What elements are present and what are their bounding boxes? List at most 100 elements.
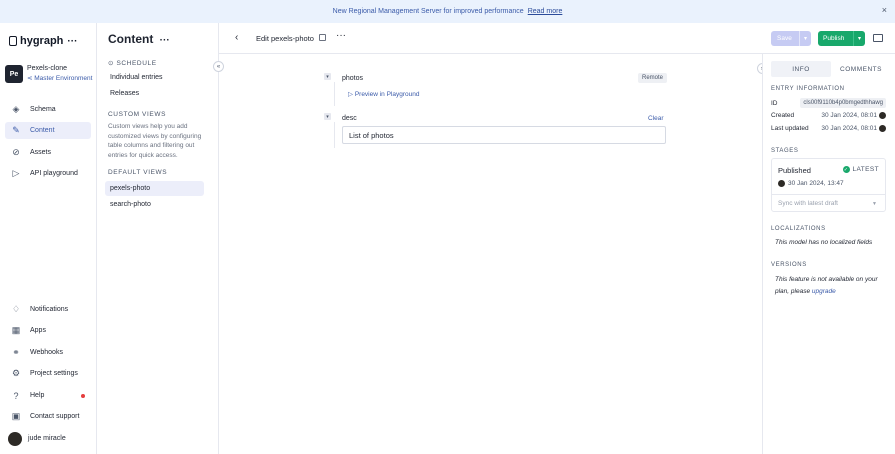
- entry-more-icon[interactable]: ···: [336, 30, 346, 41]
- user-profile[interactable]: jude miracle: [5, 430, 91, 447]
- nav-item-label: Schema: [30, 106, 56, 113]
- brand-name: hygraph: [20, 35, 64, 47]
- remote-badge: Remote: [638, 73, 668, 83]
- apps-icon: ▦: [11, 325, 21, 335]
- pencil-icon: ✎: [12, 125, 20, 135]
- custom-views-heading: CUSTOM VIEWS: [108, 111, 167, 118]
- default-views-heading: DEFAULT VIEWS: [108, 169, 168, 176]
- play-icon: ▷: [12, 168, 20, 178]
- nav-item-label: Assets: [30, 149, 52, 156]
- banner-text: New Regional Management Server for impro…: [332, 8, 524, 15]
- avatar: [778, 180, 785, 187]
- copy-icon[interactable]: [319, 34, 326, 41]
- nav-item-label: Webhooks: [30, 349, 63, 356]
- nav-item-project-settings[interactable]: ⚙ Project settings: [5, 365, 91, 382]
- chevron-down-icon[interactable]: ▾: [799, 31, 811, 46]
- nav-item-schema[interactable]: ◈ Schema: [5, 101, 91, 118]
- nav-item-label: API playground: [30, 170, 78, 177]
- nav-item-assets[interactable]: ⊘ Assets: [5, 144, 91, 161]
- main-sidebar: hygraph ··· Pe Pexels-clone ⋖ Master Env…: [0, 23, 97, 454]
- view-item-pexels-photo[interactable]: pexels-photo: [105, 181, 204, 196]
- entry-title: Edit pexels-photo: [256, 34, 314, 43]
- schema-icon: ◈: [12, 104, 20, 114]
- tab-comments[interactable]: COMMENTS: [831, 61, 891, 77]
- bell-icon: ♢: [11, 304, 21, 314]
- nav-item-label: Notifications: [30, 306, 69, 313]
- created-value: 30 Jan 2024, 08:01: [821, 112, 877, 119]
- stage-name: Published: [778, 166, 811, 175]
- back-arrow-icon[interactable]: ‹: [235, 32, 238, 43]
- tab-info[interactable]: INFO: [771, 61, 831, 77]
- entry-id-value[interactable]: cls00f9110b4p0bmgedthhawg: [800, 98, 886, 108]
- content-sidebar: Content ··· « ⊙ SCHEDULE Individual entr…: [97, 23, 224, 454]
- entry-info-panel: INFO COMMENTS ENTRY INFORMATION ID cls00…: [762, 54, 895, 454]
- brand-more-icon[interactable]: ···: [67, 36, 77, 47]
- collapse-sidebar-icon[interactable]: «: [213, 61, 224, 72]
- announcement-banner: New Regional Management Server for impro…: [0, 0, 895, 23]
- localizations-note: This model has no localized fields: [775, 239, 873, 246]
- nav-item-help[interactable]: ? Help: [5, 387, 91, 404]
- stage-date: 30 Jan 2024, 13:47: [778, 180, 844, 187]
- paperclip-icon: ⊘: [12, 147, 20, 157]
- brand-logo[interactable]: hygraph ···: [9, 35, 77, 47]
- view-item-search-photo[interactable]: search-photo: [105, 197, 204, 212]
- upgrade-link[interactable]: upgrade: [812, 288, 836, 295]
- nav-item-label: Help: [30, 392, 45, 399]
- close-icon[interactable]: ×: [882, 5, 887, 15]
- nav-item-notifications[interactable]: ♢ Notifications: [5, 301, 91, 318]
- schedule-item-releases[interactable]: Releases: [105, 86, 204, 101]
- stages-heading: STAGES: [771, 148, 799, 154]
- preview-in-playground-link[interactable]: ▷ Preview in Playground: [348, 90, 420, 98]
- custom-views-description: Custom views help you add customized vie…: [108, 123, 202, 159]
- desc-input[interactable]: List of photos: [342, 126, 666, 144]
- avatar: [8, 431, 22, 446]
- field-type-icon: ▾: [324, 113, 331, 120]
- stage-card: Published ✓ LATEST 30 Jan 2024, 13:47 Syn…: [771, 158, 886, 212]
- panel-layout-icon[interactable]: [873, 34, 883, 42]
- entry-information-heading: ENTRY INFORMATION: [771, 86, 845, 92]
- project-switcher[interactable]: Pe Pexels-clone ⋖ Master Environment: [5, 64, 92, 84]
- gear-icon: ⚙: [11, 368, 21, 378]
- project-badge: Pe: [5, 65, 23, 83]
- versions-note: This feature is not available on your pl…: [775, 276, 878, 295]
- content-more-icon[interactable]: ···: [160, 35, 170, 46]
- avatar: [879, 125, 886, 132]
- schedule-heading: ⊙ SCHEDULE: [108, 60, 157, 67]
- created-row: Created 30 Jan 2024, 08:01: [771, 112, 886, 119]
- schedule-item-individual-entries[interactable]: Individual entries: [105, 70, 204, 85]
- banner-read-more-link[interactable]: Read more: [528, 8, 563, 15]
- nav-item-label: Project settings: [30, 370, 78, 377]
- entry-id-row: ID cls00f9110b4p0bmgedthhawg: [771, 98, 886, 108]
- webhook-icon: ⚭: [12, 347, 20, 357]
- help-notification-dot: [81, 393, 85, 398]
- save-button[interactable]: Save ▾: [771, 31, 811, 46]
- help-icon: ?: [13, 390, 19, 401]
- field-type-icon: ▾: [324, 73, 331, 80]
- clear-desc-link[interactable]: Clear: [648, 115, 664, 122]
- nav-item-content[interactable]: ✎ Content: [5, 122, 91, 139]
- content-title: Content ···: [108, 32, 170, 46]
- environment-link[interactable]: ⋖ Master Environment: [27, 74, 92, 84]
- check-icon: ✓: [842, 166, 850, 173]
- chevron-down-icon: ▼: [872, 200, 877, 207]
- editor-toolbar: ‹ Edit pexels-photo ··· Save ▾ Publish ▾: [219, 23, 895, 54]
- nav-item-label: Contact support: [30, 413, 80, 420]
- latest-badge: ✓ LATEST: [842, 166, 879, 173]
- publish-button[interactable]: Publish ▾: [818, 31, 865, 46]
- nav-item-api-playground[interactable]: ▷ API playground: [5, 165, 91, 182]
- nav-item-webhooks[interactable]: ⚭ Webhooks: [5, 344, 91, 361]
- sync-with-latest-draft-select[interactable]: Sync with latest draft ▼: [772, 194, 885, 212]
- project-name: Pexels-clone: [27, 65, 68, 72]
- field-divider: [334, 82, 335, 106]
- info-tabs: INFO COMMENTS: [771, 61, 891, 77]
- nav-item-label: Apps: [30, 327, 46, 334]
- chevron-down-icon[interactable]: ▾: [853, 31, 865, 46]
- nav-item-contact-support[interactable]: ▣ Contact support: [5, 408, 91, 425]
- field-divider: [334, 122, 335, 148]
- desc-field-label: desc: [342, 115, 357, 122]
- photos-field-label: photos: [342, 75, 364, 82]
- nav-item-apps[interactable]: ▦ Apps: [5, 322, 91, 339]
- user-name: jude miracle: [28, 435, 66, 442]
- versions-heading: VERSIONS: [771, 262, 807, 268]
- nav-item-label: Content: [30, 127, 55, 134]
